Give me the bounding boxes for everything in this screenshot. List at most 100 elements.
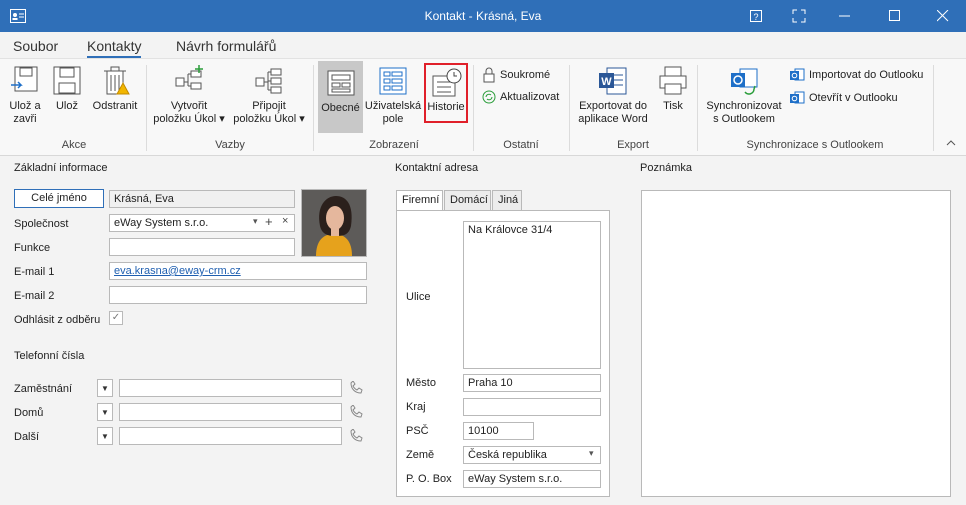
close-icon [937,10,949,22]
outlook-sync-icon [731,68,758,95]
import-outlook-label: Importovat do Outlooku [809,69,924,81]
person-photo-icon [302,190,366,256]
collapse-ribbon-icon[interactable] [946,139,956,147]
group-export-label: Export [617,139,649,151]
refresh-icon [482,90,496,104]
private-label: Soukromé [500,69,551,81]
phone-home-field[interactable] [119,403,342,421]
custom-fields-label-1: Uživatelská [364,100,422,112]
save-button[interactable]: Ulož [50,65,84,113]
phone-other-dropdown[interactable]: ▼ [97,427,113,445]
city-field[interactable]: Praha 10 [463,374,601,392]
tab-kontakty[interactable]: Kontakty [87,38,142,58]
sync-outlook-button[interactable]: Synchronizovat s Outlookem [702,65,786,126]
phone-work-label: Zaměstnání [14,383,73,395]
fullscreen-button[interactable] [776,0,822,32]
email1-value[interactable]: eva.krasna@eway-crm.cz [114,265,241,277]
attach-task-label-1: Připojit [252,100,286,112]
custom-fields-label-2: pole [382,113,404,125]
phone-work-call-icon[interactable] [349,381,363,395]
company-label: Společnost [14,218,69,230]
company-dropdown-arrow[interactable]: ▾ [253,216,258,227]
close-button[interactable] [920,0,966,32]
export-word-button[interactable]: W Exportovat do aplikace Word [573,65,653,126]
hierarchy-icon [255,68,282,94]
save-close-icon [11,66,38,92]
lock-icon [483,67,495,83]
minimize-icon [839,15,850,17]
general-view-button[interactable]: Obecné [318,61,363,133]
import-outlook-button[interactable]: Importovat do Outlooku [789,67,923,83]
tab-address-home[interactable]: Domácí [444,190,491,210]
email1-label: E-mail 1 [14,266,55,278]
note-textarea[interactable] [641,190,951,497]
hierarchy-add-icon [175,65,203,90]
private-button[interactable]: Soukromé [482,67,550,83]
company-clear-icon[interactable]: × [282,215,288,227]
company-add-icon[interactable]: + [265,214,273,229]
street-label: Ulice [406,291,431,303]
tab-navrh-formularu[interactable]: Návrh formulářů [176,38,276,54]
title-bar: Kontakt - Krásná, Eva ? [0,0,966,32]
chevron-down-icon[interactable]: ▾ [589,448,594,459]
unsubscribe-label: Odhlásit z odběru [14,314,101,326]
phone-work-field[interactable] [119,379,342,397]
phone-other-call-icon[interactable] [349,429,363,443]
street-field[interactable]: Na Královce 31/4 [463,221,601,369]
group-akce-label: Akce [61,139,87,151]
company-value: eWay System s.r.o. [114,217,209,229]
form-view-icon [327,70,354,96]
region-field[interactable] [463,398,601,416]
email2-label: E-mail 2 [14,290,55,302]
attach-task-label-2: položku Úkol ▾ [233,113,305,125]
unsubscribe-checkbox[interactable]: ✓ [109,311,123,325]
create-task-button[interactable]: Vytvořit položku Úkol ▾ [150,65,228,126]
country-value: Česká republika [468,449,547,461]
full-name-field[interactable]: Krásná, Eva [109,190,295,208]
email1-field[interactable]: eva.krasna@eway-crm.cz [109,262,367,280]
maximize-button[interactable] [872,0,918,32]
tab-address-company[interactable]: Firemní [396,190,443,211]
function-field[interactable] [109,238,295,256]
tab-address-other[interactable]: Jiná [492,190,522,210]
country-select[interactable]: Česká republika [463,446,601,464]
group-separator [146,65,147,151]
full-name-button[interactable]: Celé jméno [14,189,104,208]
contact-photo[interactable] [301,189,367,257]
phone-work-dropdown[interactable]: ▼ [97,379,113,397]
phone-home-label: Domů [14,407,44,419]
phone-home-dropdown[interactable]: ▼ [97,403,113,421]
phone-home-call-icon[interactable] [349,405,363,419]
outlook-open-icon [790,91,805,104]
custom-fields-button[interactable]: Uživatelská pole [364,65,422,126]
zip-label: PSČ [406,425,429,437]
phone-other-field[interactable] [119,427,342,445]
email2-field[interactable] [109,286,367,304]
attach-task-button[interactable]: Připojit položku Úkol ▾ [230,65,308,126]
pobox-field[interactable]: eWay System s.r.o. [463,470,601,488]
group-separator [313,65,314,151]
group-ostatni-label: Ostatní [503,139,539,151]
minimize-button[interactable] [822,0,868,32]
print-button[interactable]: Tisk [655,65,691,113]
tab-soubor[interactable]: Soubor [13,38,58,54]
delete-button[interactable]: Odstranit [88,65,142,113]
history-button[interactable]: Historie [424,63,468,123]
save-label: Ulož [55,100,78,112]
open-outlook-label: Otevřít v Outlooku [809,92,898,104]
save-close-button[interactable]: Ulož a zavři [4,65,46,126]
word-icon: W [599,67,627,95]
sync-outlook-label-2: s Outlookem [713,113,775,125]
country-label: Země [406,449,435,461]
refresh-button[interactable]: Aktualizovat [482,90,559,104]
export-word-label-1: Exportovat do [579,100,647,112]
region-label: Kraj [406,401,426,413]
group-separator [933,65,934,151]
outlook-import-icon [790,68,805,81]
group-zobrazeni-label: Zobrazení [369,139,419,151]
address-title: Kontaktní adresa [395,162,479,174]
custom-fields-icon [379,67,407,95]
open-outlook-button[interactable]: Otevřít v Outlooku [789,90,898,106]
help-button[interactable]: ? [733,0,779,32]
zip-field[interactable]: 10100 [463,422,534,440]
